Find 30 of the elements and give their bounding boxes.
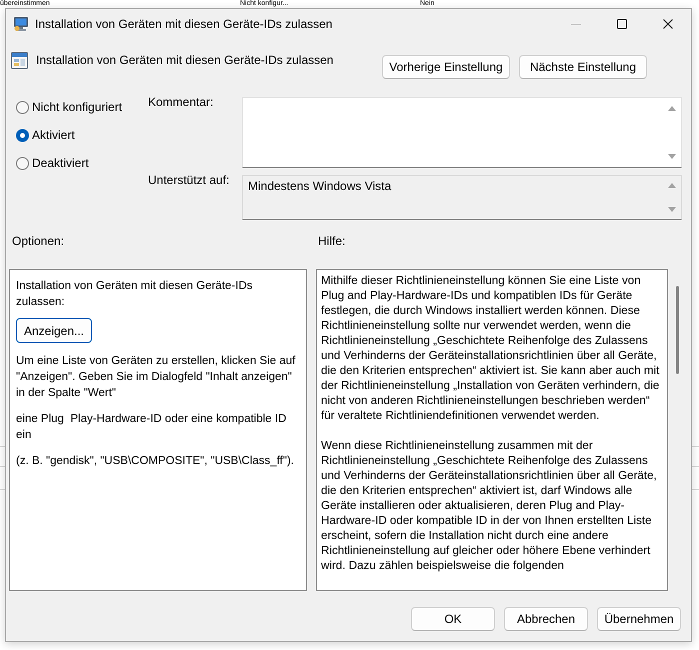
option-paragraph: eine Plug Play-Hardware-ID oder eine kompatible ID ein [16,412,288,443]
radio-button[interactable]: Nicht konfiguriert [16,97,122,117]
radio-button[interactable]: Deaktiviert [16,153,89,173]
cancel-button[interactable]: Abbrechen [504,607,588,631]
window-icon [11,52,28,69]
supported-on-field: Mindestens Windows Vista [242,175,682,220]
ok-button[interactable]: OK [411,607,495,631]
scroll-up-icon[interactable] [668,183,676,188]
section-label: Hilfe: [318,233,346,249]
radio-button[interactable]: Aktiviert [16,125,75,145]
apply-button[interactable]: Übernehmen [597,607,681,631]
field-label: Kommentar: [148,94,214,110]
scrollbar-thumb[interactable] [676,286,679,374]
field-label: Unterstützt auf: [148,172,230,188]
scroll-down-icon[interactable] [668,207,676,212]
window-title: Installation von Geräten mit diesen Geräte-IDs zulassen [35,17,332,31]
setting-name: Installation von Geräten mit diesen Geräte-IDs zulassen [36,52,334,68]
scroll-down-icon[interactable] [668,154,676,159]
option-paragraph: (z. B. "gendisk", "USB\COMPOSITE", "USB\Class_ff"). [16,454,294,469]
scroll-up-icon[interactable] [668,106,676,111]
section-label: Optionen: [12,233,64,249]
next-setting-button[interactable]: Nächste Einstellung [519,55,647,79]
help-paragraph: Wenn diese Richtlinieneinstellung zusammen mit der Richtlinieneinstellung „Geschichtete Reihenfolge des Zulassens und Verhinderns der Geräteinstallationsrichtlinien über all Geräte, die den Kriterien entsprechen“ aktiviert ist, darf Windows alle Geräte installieren oder aktualisieren, deren Plug and Play-Hardware-ID oder kompatible ID in der von Ihnen erstellten Liste erscheint, sofern die Installation nicht durch eine andere Richtlinieneinstellung auf gleicher oder höhere Ebene verhindert wird. Dazu zählen beispielsweise die folgenden [321,438,658,573]
option-description: Installation von Geräten mit diesen Geräte-IDs zulassen: [16,279,254,310]
comment-field[interactable] [242,97,682,168]
previous-setting-button[interactable]: Vorherige Einstellung [382,55,510,79]
show-button[interactable]: Anzeigen... [16,318,92,343]
computer-icon [13,16,30,32]
option-paragraph: Um eine Liste von Geräten zu erstellen, klicken Sie auf "Anzeigen". Geben Sie im Dialogfeld "Inhalt anzeigen" in der Spalte "Wert" [16,354,296,401]
help-paragraph: Mithilfe dieser Richtlinieneinstellung können Sie eine Liste von Plug and Play-Hardware-IDs und kompatiblen IDs für Geräte festlegen, die durch Windows installiert werden können. Diese Richtlinieneinstellung sollte nur verwendet werden, wenn die Richtlinieneinstellung „Geschichtete Reihenfolge des Zulassens und Verhinderns der Geräteinstallationsrichtlinien über all Geräte, die den Kriterien entsprechen“ aktiviert ist. Sie kann aber auch mit der Richtlinieneinstellung „Installation von Geräten verhindern, die nicht von anderen Richtlinieneinstellungen beschrieben werden“ für veraltete Richtliniendefinitionen verwendet werden. [321,273,660,423]
